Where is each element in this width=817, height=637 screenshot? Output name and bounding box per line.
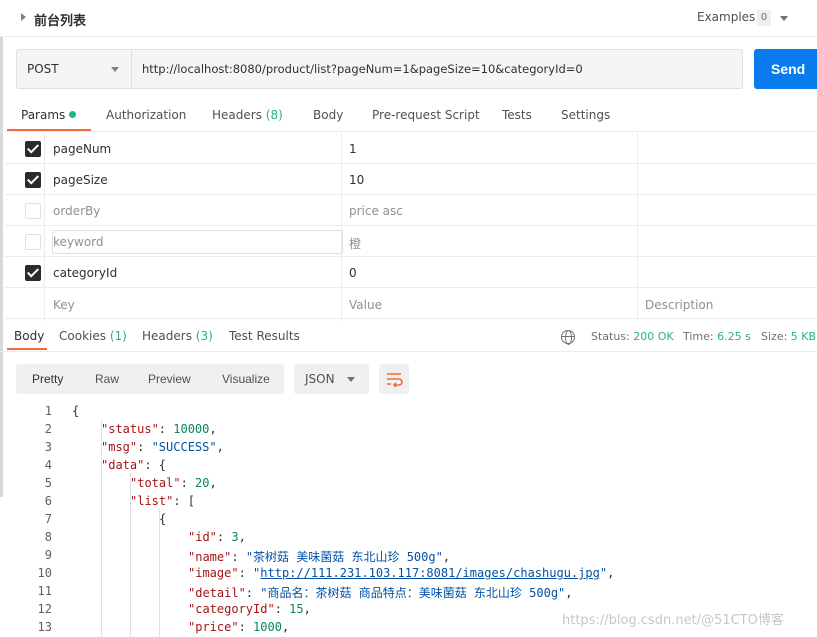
format-value: JSON bbox=[305, 372, 335, 386]
key-placeholder[interactable]: Key bbox=[53, 298, 75, 312]
checkbox-checked-icon[interactable] bbox=[25, 141, 41, 157]
tab-body[interactable]: Body bbox=[313, 108, 343, 122]
line-number: 1 bbox=[44, 404, 52, 418]
line-number: 10 bbox=[37, 566, 52, 580]
code-line: "id": 3, bbox=[188, 530, 246, 544]
send-button[interactable]: Send bbox=[754, 49, 817, 89]
status-readout: Status: 200 OK bbox=[591, 330, 674, 343]
size-readout: Size: 5 KB bbox=[761, 330, 817, 343]
examples-count-badge: 0 bbox=[757, 10, 771, 26]
tab-tests[interactable]: Tests bbox=[502, 108, 532, 122]
method-value: POST bbox=[27, 62, 59, 76]
raw-button[interactable]: Raw bbox=[83, 364, 131, 394]
watermark: https://blog.csdn.net/@51CTO博客 bbox=[562, 613, 784, 628]
description-placeholder[interactable]: Description bbox=[645, 298, 713, 312]
code-line: "total": 20, bbox=[130, 476, 217, 490]
preview-button[interactable]: Preview bbox=[136, 364, 203, 394]
wrap-icon bbox=[387, 373, 403, 388]
tab-cookies[interactable]: Cookies (1) bbox=[59, 329, 127, 343]
visualize-button[interactable]: Visualize bbox=[210, 364, 282, 394]
chevron-down-icon[interactable] bbox=[347, 377, 355, 382]
checkbox-unchecked-icon[interactable] bbox=[25, 203, 41, 219]
table-row: pageNum 1 bbox=[5, 133, 817, 164]
param-value[interactable]: 橙 bbox=[349, 235, 361, 252]
param-key[interactable]: pageSize bbox=[53, 173, 108, 187]
table-row-new: Key Value Description bbox=[5, 288, 817, 319]
tab-test-results[interactable]: Test Results bbox=[229, 329, 300, 343]
indent-guide bbox=[159, 509, 160, 637]
active-tab-indicator bbox=[7, 129, 91, 131]
code-line: "detail": "商品名：茶树菇 商品特点：美味菌菇 东北山珍 500g", bbox=[188, 586, 573, 600]
tab-response-headers[interactable]: Headers (3) bbox=[142, 329, 213, 343]
line-number: 8 bbox=[44, 530, 52, 544]
pretty-button[interactable]: Pretty bbox=[20, 364, 75, 394]
param-key[interactable]: orderBy bbox=[53, 204, 100, 218]
checkbox-unchecked-icon[interactable] bbox=[25, 234, 41, 250]
column-divider bbox=[341, 133, 342, 321]
line-number: 3 bbox=[44, 440, 52, 454]
tab-authorization[interactable]: Authorization bbox=[106, 108, 186, 122]
table-row: categoryId 0 bbox=[5, 257, 817, 288]
code-line: { bbox=[72, 404, 80, 418]
table-row: pageSize 10 bbox=[5, 164, 817, 195]
line-number: 9 bbox=[44, 548, 52, 562]
table-row: keyword 橙 bbox=[5, 226, 817, 257]
param-key[interactable]: categoryId bbox=[53, 266, 117, 280]
code-line: "name": "茶树菇 美味菌菇 东北山珍 500g", bbox=[188, 550, 451, 564]
tab-settings[interactable]: Settings bbox=[561, 108, 610, 122]
code-line: "msg": "SUCCESS", bbox=[101, 440, 224, 454]
code-line: "image": "http://111.231.103.117:8081/im… bbox=[188, 566, 615, 580]
image-link[interactable]: http://111.231.103.117:8081/images/chash… bbox=[260, 566, 600, 580]
line-number: 13 bbox=[37, 620, 52, 634]
line-number: 2 bbox=[44, 422, 52, 436]
checkbox-checked-icon[interactable] bbox=[25, 172, 41, 188]
url-value: http://localhost:8080/product/list?pageN… bbox=[142, 62, 583, 76]
expand-caret-icon[interactable] bbox=[21, 13, 26, 21]
checkbox-checked-icon[interactable] bbox=[25, 265, 41, 281]
tab-pre-request-script[interactable]: Pre-request Script bbox=[372, 108, 480, 122]
request-title-bar bbox=[0, 0, 817, 37]
chevron-down-icon[interactable] bbox=[111, 67, 119, 72]
line-number: 6 bbox=[44, 494, 52, 508]
line-number: 7 bbox=[44, 512, 52, 526]
line-number: 11 bbox=[37, 584, 52, 598]
code-line: "status": 10000, bbox=[101, 422, 217, 436]
tab-params[interactable]: Params bbox=[21, 108, 77, 122]
examples-label[interactable]: Examples bbox=[697, 10, 755, 24]
value-placeholder[interactable]: Value bbox=[349, 298, 382, 312]
globe-icon[interactable] bbox=[561, 330, 575, 345]
tab-headers[interactable]: Headers (8) bbox=[212, 108, 283, 122]
code-line: "data": { bbox=[101, 458, 167, 472]
wrap-lines-button[interactable] bbox=[379, 364, 409, 394]
line-number: 4 bbox=[44, 458, 52, 472]
line-number: 5 bbox=[44, 476, 52, 490]
code-line: "price": 1000, bbox=[188, 620, 290, 634]
code-line: { bbox=[159, 512, 167, 526]
params-table: pageNum 1 pageSize 10 orderBy price asc … bbox=[5, 133, 817, 321]
time-readout: Time: 6.25 s bbox=[683, 330, 751, 343]
column-divider bbox=[44, 133, 45, 321]
active-dot-icon bbox=[69, 111, 77, 118]
active-tab-indicator bbox=[7, 348, 47, 350]
param-key[interactable]: keyword bbox=[53, 235, 104, 249]
examples-dropdown-icon[interactable] bbox=[780, 16, 788, 21]
param-value[interactable]: 10 bbox=[349, 173, 364, 187]
tab-response-body[interactable]: Body bbox=[14, 329, 44, 343]
column-divider bbox=[637, 133, 638, 321]
param-value[interactable]: 0 bbox=[349, 266, 357, 280]
request-title[interactable]: 前台列表 bbox=[34, 10, 86, 29]
param-value[interactable]: price asc bbox=[349, 204, 403, 218]
code-line: "categoryId": 15, bbox=[188, 602, 311, 616]
table-row: orderBy price asc bbox=[5, 195, 817, 226]
response-body-viewer[interactable]: 1 2 3 4 5 6 7 8 9 10 11 12 13 { "status"… bbox=[0, 402, 817, 637]
line-number: 12 bbox=[37, 602, 52, 616]
code-line: "list": [ bbox=[130, 494, 196, 508]
param-key[interactable]: pageNum bbox=[53, 142, 111, 156]
param-value[interactable]: 1 bbox=[349, 142, 357, 156]
